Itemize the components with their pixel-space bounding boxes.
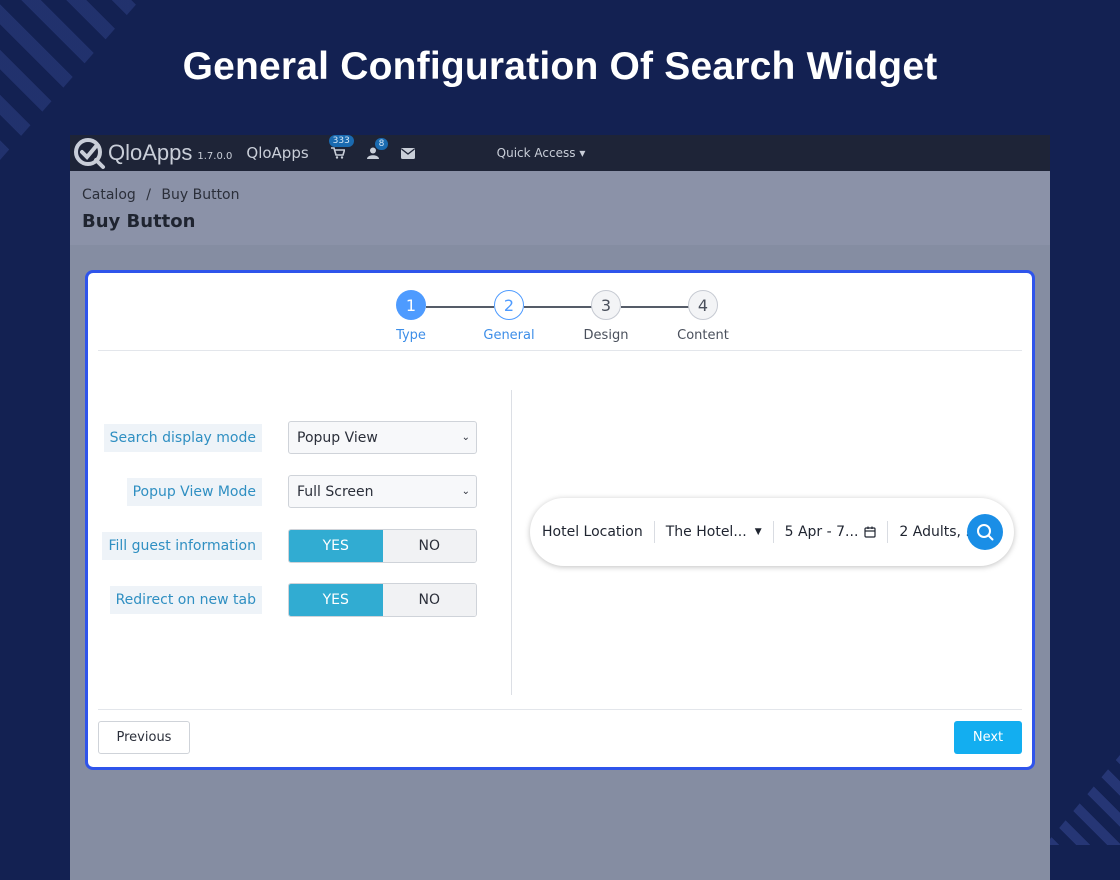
chevron-down-icon: ⌄	[461, 432, 470, 443]
breadcrumb-catalog[interactable]: Catalog	[82, 187, 136, 203]
envelope-icon	[400, 147, 415, 159]
date-range-value: 5 Apr - 7...	[784, 524, 859, 540]
logo-text: QloApps	[108, 140, 193, 165]
redirect-yes-option[interactable]: YES	[289, 584, 383, 616]
cart-icon	[330, 147, 345, 159]
breadcrumb: Catalog / Buy Button	[82, 187, 1038, 203]
next-button[interactable]: Next	[954, 721, 1022, 754]
step-1-label[interactable]: Type	[366, 328, 456, 343]
customers-notification[interactable]: 8	[366, 138, 389, 159]
version-label: 1.7.0.0	[197, 150, 233, 162]
hero-title: General Configuration Of Search Widget	[182, 45, 938, 88]
admin-app: QloApps 1.7.0.0 QloApps 333 8 Quick Acce…	[70, 135, 1050, 880]
widget-separator	[887, 521, 889, 543]
widget-separator	[653, 521, 655, 543]
search-widget-preview: Hotel Location The Hotel... ▼ 5 Apr - 7.…	[530, 498, 1014, 566]
redirect-new-tab-toggle: YES NO	[288, 583, 477, 617]
wizard-stepper: 1 Type 2 General 3 Design 4 Content	[88, 273, 1032, 353]
step-4-circle[interactable]: 4	[688, 290, 718, 320]
search-button[interactable]	[967, 514, 1003, 550]
hotel-select[interactable]: The Hotel... ▼	[666, 524, 762, 540]
search-display-mode-label: Search display mode	[103, 424, 262, 452]
caret-down-icon: ▾	[579, 146, 586, 160]
qloapps-logo-icon	[74, 138, 105, 169]
search-display-mode-value: Popup View	[297, 429, 378, 446]
page-header: Catalog / Buy Button Buy Button	[70, 171, 1050, 245]
calendar-icon	[864, 526, 877, 538]
step-3-label[interactable]: Design	[561, 328, 651, 343]
messages-notification[interactable]	[400, 147, 415, 159]
step-connector	[621, 306, 689, 308]
popup-view-mode-select[interactable]: Full Screen ⌄	[288, 475, 477, 508]
hotel-location-field[interactable]: Hotel Location	[542, 524, 643, 540]
step-1-circle[interactable]: 1	[396, 290, 426, 320]
step-4-label[interactable]: Content	[658, 328, 748, 343]
decorative-stripes-bottom-right	[1045, 755, 1120, 845]
quick-access-dropdown[interactable]: Quick Access ▾	[497, 146, 586, 160]
search-icon	[977, 524, 994, 541]
fill-guest-information-label: Fill guest information	[102, 532, 262, 560]
fill-guest-no-option[interactable]: NO	[382, 530, 476, 562]
footer-divider	[98, 709, 1022, 710]
step-2-circle[interactable]: 2	[494, 290, 524, 320]
qloapps-logo[interactable]: QloApps 1.7.0.0	[72, 136, 232, 170]
fill-guest-information-toggle: YES NO	[288, 529, 477, 563]
stepper-divider	[98, 350, 1022, 351]
hotel-select-value: The Hotel...	[665, 524, 747, 540]
wizard-panel: 1 Type 2 General 3 Design 4 Content Sear…	[85, 270, 1035, 770]
quick-access-label: Quick Access	[496, 146, 576, 160]
step-2-label[interactable]: General	[464, 328, 554, 343]
previous-button[interactable]: Previous	[98, 721, 190, 754]
orders-notification[interactable]: 333	[328, 135, 354, 159]
search-display-mode-select[interactable]: Popup View ⌄	[288, 421, 477, 454]
popup-view-mode-label: Popup View Mode	[126, 478, 262, 506]
caret-down-icon: ▼	[754, 527, 762, 537]
redirect-no-option[interactable]: NO	[382, 584, 476, 616]
step-connector	[524, 306, 592, 308]
top-navbar: QloApps 1.7.0.0 QloApps 333 8 Quick Acce…	[70, 135, 1050, 171]
date-range-field[interactable]: 5 Apr - 7...	[785, 524, 877, 540]
redirect-new-tab-label: Redirect on new tab	[109, 586, 262, 614]
shop-name-link[interactable]: QloApps	[246, 144, 308, 162]
orders-badge: 333	[328, 135, 354, 147]
guests-value: 2 Adults, ..	[899, 524, 975, 540]
breadcrumb-buy-button: Buy Button	[161, 187, 240, 203]
column-divider	[511, 390, 512, 695]
step-3-circle[interactable]: 3	[591, 290, 621, 320]
breadcrumb-separator: /	[146, 187, 151, 203]
popup-view-mode-value: Full Screen	[297, 483, 374, 500]
fill-guest-yes-option[interactable]: YES	[289, 530, 383, 562]
step-connector	[426, 306, 494, 308]
chevron-down-icon: ⌄	[461, 486, 470, 497]
page-title: Buy Button	[82, 211, 196, 232]
customers-badge: 8	[374, 138, 389, 150]
widget-separator	[772, 521, 774, 543]
